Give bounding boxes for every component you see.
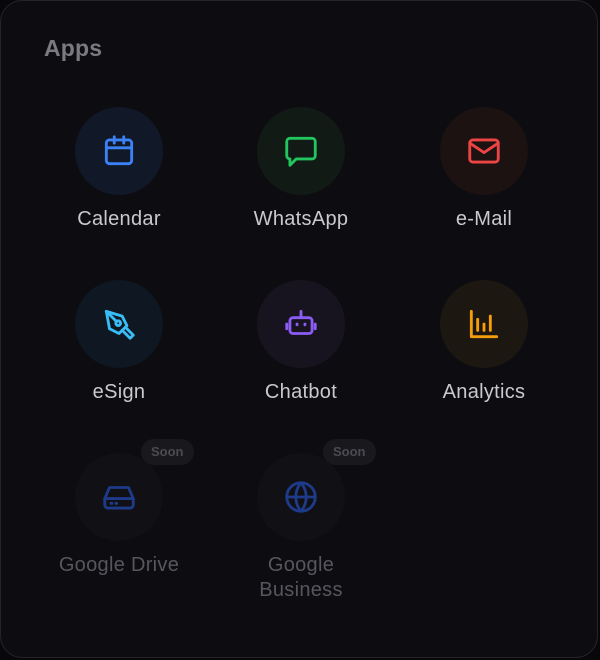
robot-icon — [285, 309, 317, 335]
soon-badge: Soon — [141, 439, 194, 465]
chat-bubble-icon — [285, 136, 317, 167]
app-label: Chatbot — [264, 381, 338, 403]
app-label: Analytics — [442, 381, 526, 403]
soon-badge: Soon — [323, 439, 376, 465]
app-label: WhatsApp — [253, 208, 349, 230]
app-google-drive: Soon Google Drive — [29, 439, 209, 578]
pen-nib-icon — [104, 309, 135, 340]
app-icon-circle: Soon — [75, 439, 194, 541]
app-icon-circle[interactable] — [440, 280, 528, 368]
app-icon-circle[interactable] — [75, 280, 163, 368]
app-icon-circle[interactable] — [440, 107, 528, 195]
app-label: Calendar — [77, 208, 161, 230]
bar-chart-icon — [469, 309, 499, 339]
app-calendar[interactable]: Calendar — [29, 107, 209, 232]
app-icon-circle: Soon — [257, 439, 376, 541]
app-label: e-Mail — [455, 208, 513, 230]
app-esign[interactable]: eSign — [29, 280, 209, 405]
app-label: Google Drive — [58, 554, 180, 576]
app-google-business: Soon Google Business — [211, 439, 391, 603]
app-icon-circle[interactable] — [257, 107, 345, 195]
app-label-line: Business — [259, 579, 343, 601]
globe-icon — [285, 481, 317, 513]
app-label: Google Business — [211, 553, 391, 603]
panel-title: Apps — [44, 35, 103, 61]
apps-panel: Apps Calendar WhatsApp e-Mail eSign Chat… — [0, 0, 598, 658]
app-email[interactable]: e-Mail — [394, 107, 574, 232]
app-chatbot[interactable]: Chatbot — [211, 280, 391, 405]
app-icon-circle[interactable] — [257, 280, 345, 368]
app-whatsapp[interactable]: WhatsApp — [211, 107, 391, 232]
mail-icon — [468, 138, 500, 164]
hard-drive-icon — [103, 486, 135, 510]
app-analytics[interactable]: Analytics — [394, 280, 574, 405]
calendar-icon — [104, 135, 134, 166]
app-label-line: Google — [267, 554, 335, 576]
app-icon-circle[interactable] — [75, 107, 163, 195]
app-label: eSign — [92, 381, 146, 403]
